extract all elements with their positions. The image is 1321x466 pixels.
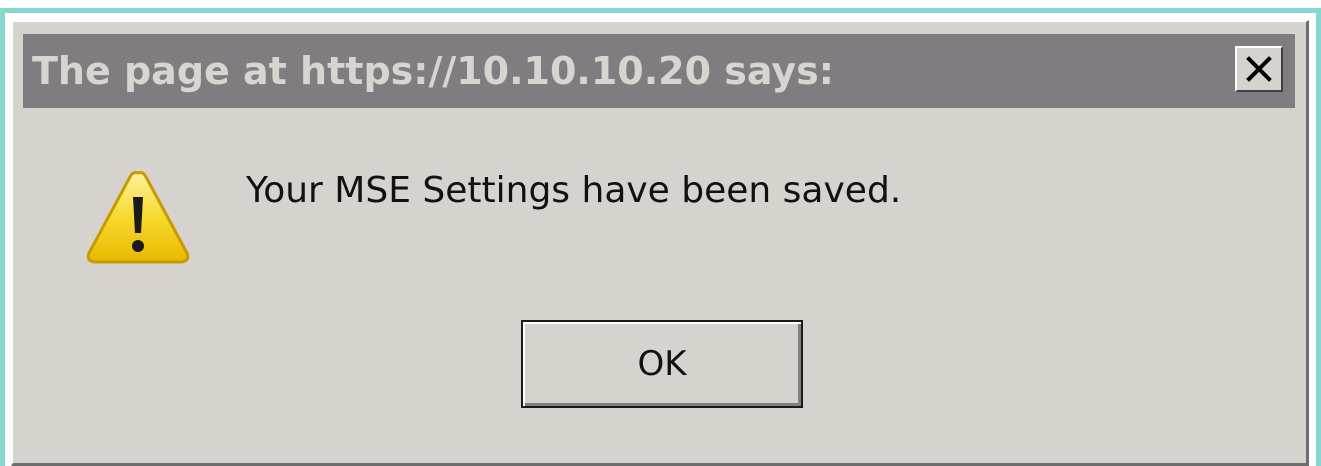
alert-dialog: The page at https://10.10.10.20 says: Yo… bbox=[11, 20, 1309, 466]
close-button[interactable] bbox=[1235, 46, 1283, 92]
dialog-titlebar[interactable]: The page at https://10.10.10.20 says: bbox=[23, 34, 1295, 108]
ok-button-label: OK bbox=[637, 344, 687, 384]
ok-button[interactable]: OK bbox=[521, 320, 803, 408]
warning-icon bbox=[86, 171, 190, 264]
dialog-title: The page at https://10.10.10.20 says: bbox=[32, 49, 834, 93]
dialog-message: Your MSE Settings have been saved. bbox=[246, 170, 902, 211]
close-icon bbox=[1246, 56, 1272, 82]
